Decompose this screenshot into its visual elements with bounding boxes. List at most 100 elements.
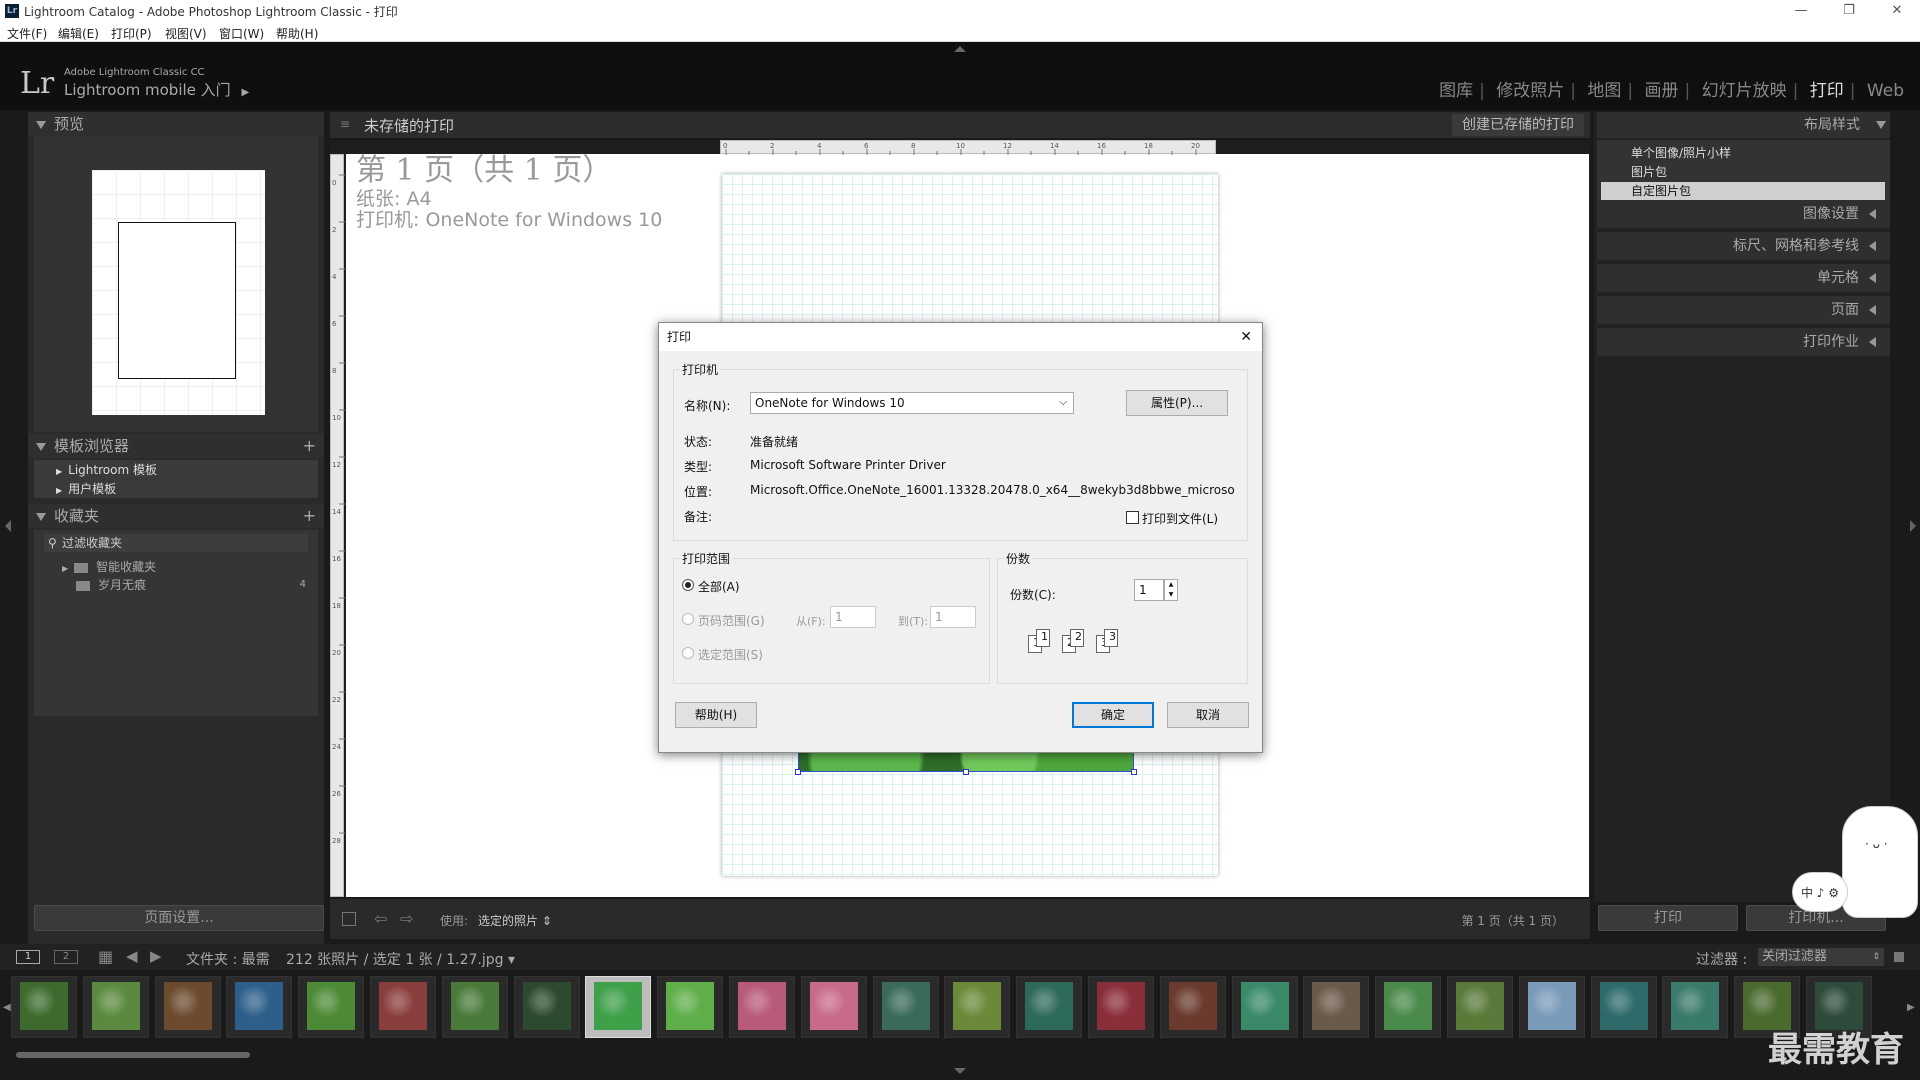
scroll-right-icon[interactable]: ▶ — [1907, 1002, 1915, 1013]
collection-filter-input[interactable]: ⚲ 过滤收藏夹 — [44, 534, 308, 552]
layout-custom-package[interactable]: 自定图片包 — [1601, 182, 1885, 200]
ok-button[interactable]: 确定 — [1072, 702, 1154, 728]
collection-item[interactable]: 岁月无痕 4 — [34, 576, 318, 594]
section-print-job[interactable]: 打印作业 — [1597, 328, 1890, 356]
help-button[interactable]: 帮助(H) — [675, 702, 757, 728]
photo-thumbnail[interactable] — [163, 982, 212, 1030]
range-selection-label[interactable]: 选定范围(S) — [698, 646, 763, 663]
photo-thumbnail[interactable] — [1240, 982, 1289, 1030]
preview-header[interactable]: 预览 — [28, 112, 324, 136]
cancel-button[interactable]: 取消 — [1167, 702, 1249, 728]
menu-help[interactable]: 帮助(H) — [276, 25, 318, 42]
module-print[interactable]: 打印 — [1810, 81, 1844, 101]
photo-thumbnail[interactable] — [20, 982, 68, 1030]
photo-thumbnail[interactable] — [379, 982, 427, 1030]
print-to-file-label[interactable]: 打印到文件(L) — [1142, 510, 1218, 527]
photo-count[interactable]: 212 张照片 / 选定 1 张 / 1.27.jpg ▾ — [286, 949, 515, 969]
photo-thumbnail[interactable] — [91, 982, 140, 1030]
print-button[interactable]: 打印 — [1598, 905, 1738, 931]
properties-button[interactable]: 属性(P)... — [1126, 390, 1228, 416]
close-window-button[interactable]: ✕ — [1874, 0, 1920, 22]
section-cells[interactable]: 单元格 — [1597, 264, 1890, 292]
photo-thumbnail[interactable] — [953, 982, 1002, 1030]
photo-thumbnail[interactable] — [1599, 982, 1648, 1030]
module-book[interactable]: 画册 — [1645, 81, 1679, 101]
filter-select[interactable]: 关闭过滤器 ⇕ — [1758, 948, 1884, 966]
layout-single-image[interactable]: 单个图像/照片小样 — [1601, 144, 1885, 162]
photo-thumbnail[interactable] — [1168, 982, 1217, 1030]
menu-view[interactable]: 视图(V) — [165, 25, 207, 42]
copies-input[interactable]: 1 — [1134, 579, 1164, 601]
copies-spinner[interactable]: ▲ ▼ — [1164, 579, 1178, 601]
printer-name-select[interactable]: OneNote for Windows 10 ⌵ — [750, 392, 1074, 414]
add-collection-icon[interactable]: + — [303, 504, 316, 528]
photo-thumbnail[interactable] — [738, 982, 786, 1030]
layout-style-header[interactable]: 布局样式 — [1597, 112, 1890, 138]
photo-thumbnail[interactable] — [1384, 982, 1433, 1030]
photo-thumbnail[interactable] — [666, 982, 715, 1030]
from-input[interactable]: 1 — [830, 606, 876, 628]
use-select[interactable]: 选定的照片 ⇕ — [478, 912, 552, 929]
grid-view-icon[interactable]: ▦ — [98, 947, 113, 966]
forward-arrow-icon[interactable]: ▶ — [150, 947, 162, 965]
scroll-left-icon[interactable]: ◀ — [3, 1002, 11, 1013]
brand-line2[interactable]: Lightroom mobile 入门 ▶ — [64, 79, 249, 100]
menu-print[interactable]: 打印(P) — [111, 25, 152, 42]
photo-thumbnail[interactable] — [1671, 982, 1720, 1030]
to-input[interactable]: 1 — [930, 606, 976, 628]
collapse-right-arrow-icon[interactable] — [1910, 520, 1916, 532]
resize-handle[interactable] — [1131, 769, 1137, 775]
template-folder-user[interactable]: ▶ 用户模板 — [34, 480, 318, 498]
photo-thumbnail[interactable] — [1312, 982, 1361, 1030]
photo-thumbnail[interactable] — [1025, 982, 1074, 1030]
page-view-icon[interactable] — [342, 912, 356, 926]
view-2-button[interactable]: 2 — [54, 950, 78, 964]
photo-thumbnail[interactable] — [1456, 982, 1504, 1030]
dialog-close-button[interactable]: ✕ — [1240, 323, 1252, 351]
photo-thumbnail[interactable] — [235, 982, 284, 1030]
section-rulers-grid[interactable]: 标尺、网格和参考线 — [1597, 232, 1890, 260]
menu-file[interactable]: 文件(F) — [7, 25, 47, 42]
create-saved-print-button[interactable]: 创建已存储的打印 — [1452, 114, 1584, 136]
range-pages-radio[interactable] — [682, 613, 694, 625]
minimize-button[interactable]: — — [1778, 0, 1824, 22]
collections-header[interactable]: 收藏夹 + — [28, 504, 324, 528]
photo-thumbnail[interactable] — [1097, 982, 1145, 1030]
layout-picture-package[interactable]: 图片包 — [1601, 163, 1885, 181]
photo-thumbnail[interactable] — [307, 982, 356, 1030]
module-develop[interactable]: 修改照片 — [1496, 81, 1564, 101]
photo-thumbnail[interactable] — [522, 982, 571, 1030]
menu-edit[interactable]: 编辑(E) — [58, 25, 99, 42]
range-pages-label[interactable]: 页码范围(G) — [698, 612, 765, 629]
module-map[interactable]: 地图 — [1587, 81, 1621, 101]
template-folder-lightroom[interactable]: ▶ Lightroom 模板 — [34, 461, 318, 479]
photo-thumbnail[interactable] — [809, 982, 858, 1030]
page-setup-button[interactable]: 页面设置... — [34, 905, 324, 931]
ime-indicator[interactable]: 中 ♪ ⚙ — [1792, 872, 1848, 912]
print-to-file-checkbox[interactable] — [1126, 511, 1139, 524]
template-browser-header[interactable]: 模板浏览器 + — [28, 434, 324, 458]
ime-mascot[interactable]: · ᴗ · — [1842, 806, 1918, 918]
collapse-left-arrow-icon[interactable] — [5, 520, 11, 532]
range-all-radio[interactable] — [682, 579, 694, 591]
range-selection-radio[interactable] — [682, 647, 694, 659]
back-arrow-icon[interactable]: ◀ — [126, 947, 138, 965]
filmstrip-scrollbar[interactable] — [16, 1052, 250, 1058]
module-web[interactable]: Web — [1867, 81, 1904, 101]
section-image-settings[interactable]: 图像设置 — [1597, 200, 1890, 228]
photo-thumbnail[interactable] — [1527, 982, 1576, 1030]
maximize-button[interactable]: ❐ — [1826, 0, 1872, 22]
filter-lock-icon[interactable] — [1894, 952, 1904, 962]
folder-breadcrumb[interactable]: 文件夹 : 最需 — [186, 949, 270, 969]
module-slideshow[interactable]: 幻灯片放映 — [1702, 81, 1787, 101]
collapse-bottom-arrow-icon[interactable] — [954, 1068, 966, 1074]
view-1-button[interactable]: 1 — [16, 950, 40, 964]
prev-page-icon[interactable]: ⇦ — [374, 909, 387, 928]
resize-handle[interactable] — [795, 769, 801, 775]
resize-handle[interactable] — [963, 769, 969, 775]
photo-thumbnail[interactable] — [594, 982, 643, 1030]
photo-thumbnail[interactable] — [881, 982, 930, 1030]
module-library[interactable]: 图库 — [1439, 81, 1473, 101]
range-all-label[interactable]: 全部(A) — [698, 578, 740, 595]
next-page-icon[interactable]: ⇨ — [400, 909, 413, 928]
